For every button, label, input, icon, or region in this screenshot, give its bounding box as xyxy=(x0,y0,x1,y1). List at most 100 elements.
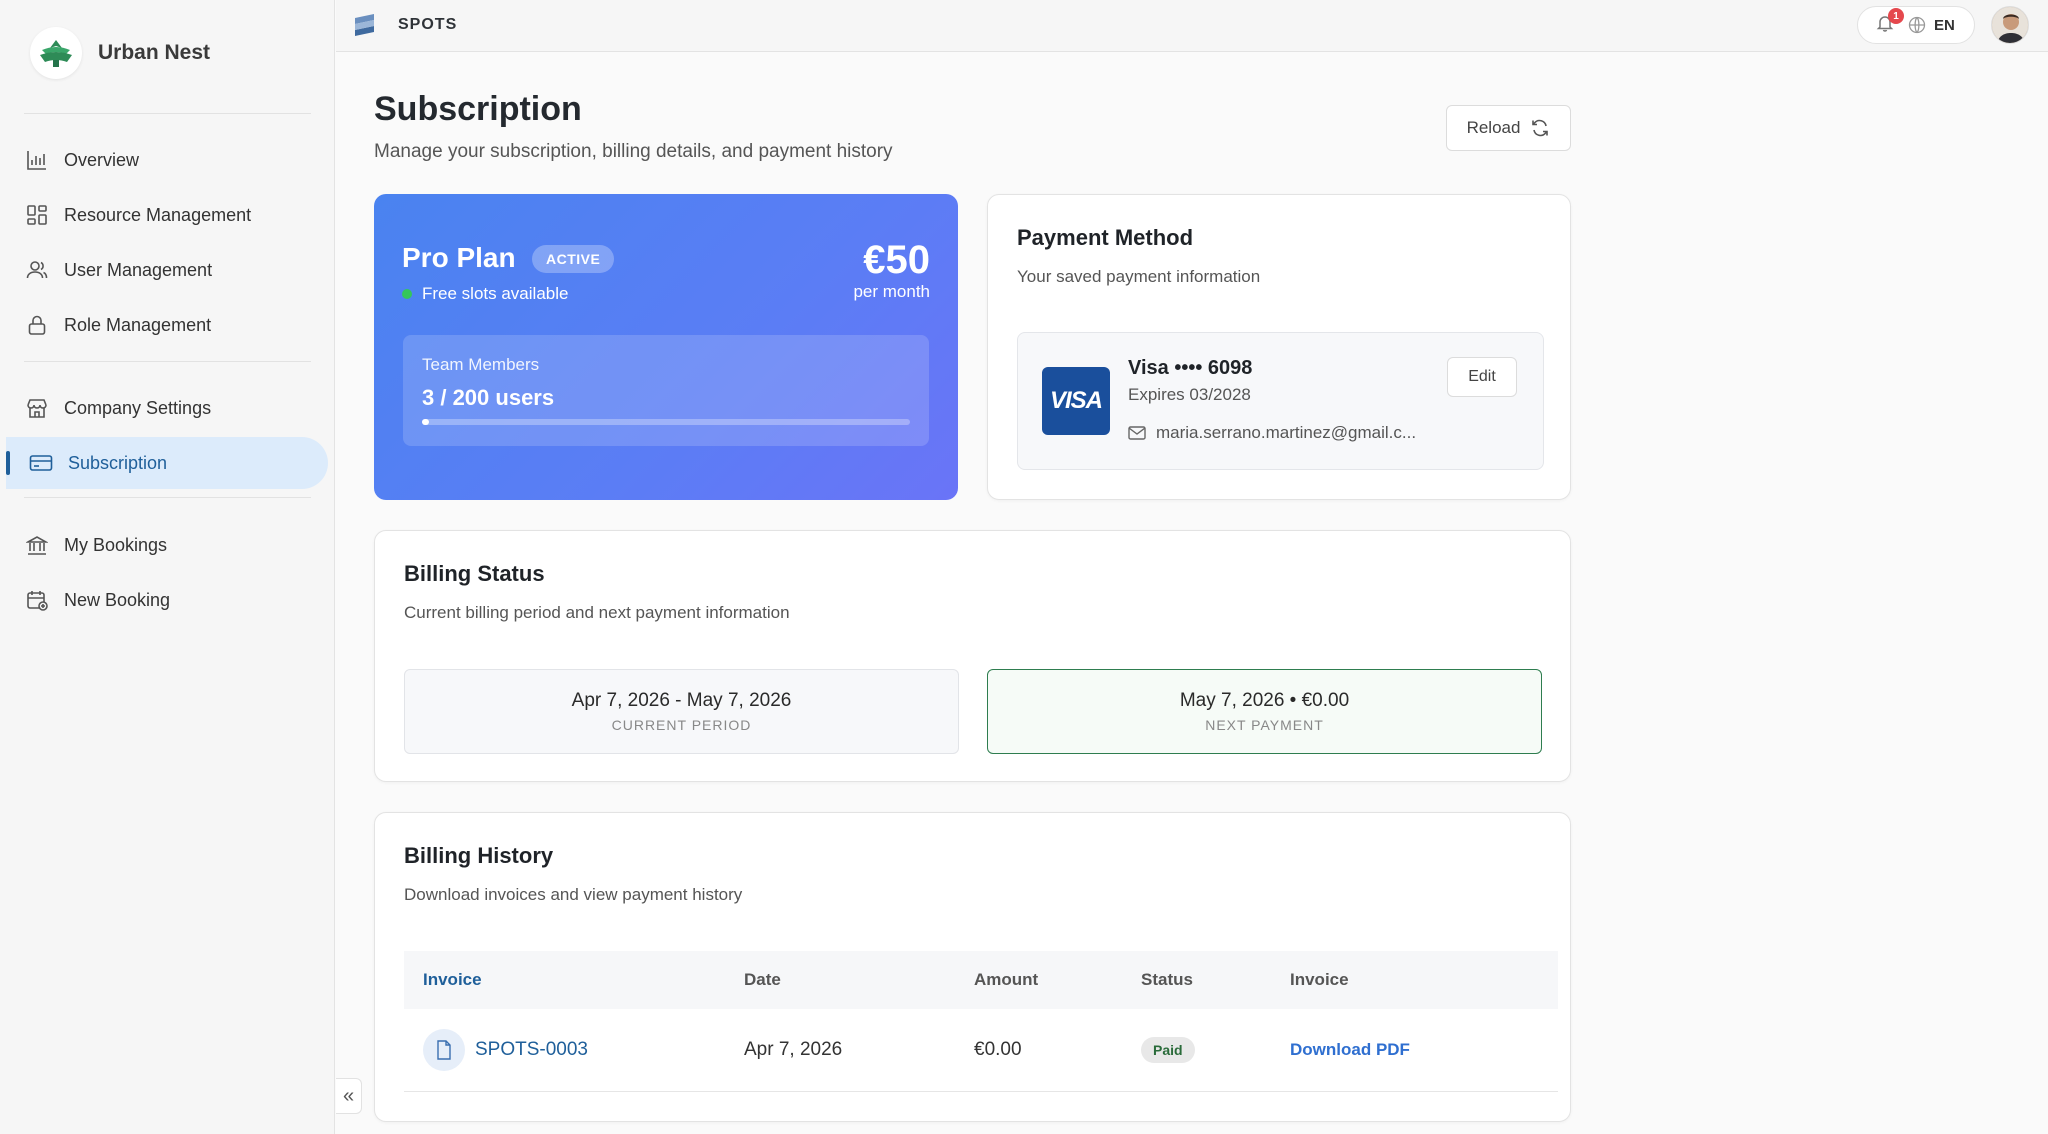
top-actions: 1 EN xyxy=(1857,6,1975,44)
status-dot-icon xyxy=(402,289,412,299)
column-header-status[interactable]: Status xyxy=(1141,970,1290,990)
sidebar-item-label: User Management xyxy=(64,259,213,280)
users-icon xyxy=(24,257,50,283)
brand[interactable]: Urban Nest xyxy=(30,27,211,79)
bank-icon xyxy=(24,532,50,558)
notification-count-badge: 1 xyxy=(1888,8,1904,24)
card-number: Visa •••• 6098 xyxy=(1128,357,1253,379)
team-members-label: Team Members xyxy=(422,355,540,374)
sidebar-divider xyxy=(24,113,311,114)
billing-status-title: Billing Status xyxy=(404,561,545,586)
app-title: SPOTS xyxy=(398,16,458,33)
column-header-amount[interactable]: Amount xyxy=(974,970,1141,990)
sidebar-item-label: Subscription xyxy=(68,452,168,473)
visa-logo-icon: VISA xyxy=(1042,367,1110,435)
sidebar-item-role-management[interactable]: Role Management xyxy=(6,299,328,351)
table-row: SPOTS-0003 Apr 7, 2026 €0.00 Paid Downlo… xyxy=(404,1009,1558,1092)
team-members-progress xyxy=(422,419,910,425)
payment-method-title: Payment Method xyxy=(1017,225,1194,250)
mail-icon xyxy=(1128,424,1146,442)
next-payment-caption: NEXT PAYMENT xyxy=(1205,717,1324,733)
sidebar-divider xyxy=(24,361,311,362)
team-members-progress-fill xyxy=(422,419,430,425)
plan-price: €50 xyxy=(863,238,930,282)
bar-chart-icon xyxy=(24,147,50,173)
plan-card: Pro Plan ACTIVE Free slots available €50… xyxy=(374,194,958,500)
grid-icon xyxy=(24,202,50,228)
calendar-plus-icon xyxy=(24,587,50,613)
sidebar-item-user-management[interactable]: User Management xyxy=(6,244,328,296)
spots-logo-icon xyxy=(352,12,378,38)
invoice-date: Apr 7, 2026 xyxy=(744,1039,843,1060)
team-members-value: 3 / 200 users xyxy=(422,385,555,410)
slots-status: Free slots available xyxy=(402,284,568,304)
billing-history-title: Billing History xyxy=(404,843,554,868)
team-members-box: Team Members 3 / 200 users xyxy=(403,335,929,446)
sidebar-item-resource-management[interactable]: Resource Management xyxy=(6,189,328,241)
next-payment-box: May 7, 2026 • €0.00 NEXT PAYMENT xyxy=(987,669,1542,754)
lock-icon xyxy=(24,312,50,338)
notifications-button[interactable]: 1 xyxy=(1874,8,1904,36)
sidebar-item-label: New Booking xyxy=(64,589,171,610)
sidebar-item-subscription[interactable]: Subscription xyxy=(6,437,328,489)
collapse-sidebar-button[interactable]: « xyxy=(336,1078,362,1114)
billing-status-card: Billing Status Current billing period an… xyxy=(374,530,1571,782)
sidebar-item-label: Company Settings xyxy=(64,397,212,418)
globe-icon[interactable] xyxy=(1908,15,1928,35)
next-payment-value: May 7, 2026 • €0.00 xyxy=(1179,690,1350,711)
sidebar: Urban Nest Overview Resource Management … xyxy=(0,0,335,1134)
sidebar-item-label: Resource Management xyxy=(64,204,252,225)
brand-logo-icon xyxy=(30,27,82,79)
language-selector[interactable]: EN xyxy=(1934,17,1955,34)
reload-button[interactable]: Reload xyxy=(1446,105,1571,151)
table-header: Invoice Date Amount Status Invoice xyxy=(404,951,1558,1009)
invoice-amount: €0.00 xyxy=(974,1039,1022,1060)
billing-history-card: Billing History Download invoices and vi… xyxy=(374,812,1571,1122)
billing-history-table: Invoice Date Amount Status Invoice SPOTS… xyxy=(404,951,1558,1092)
store-icon xyxy=(24,395,50,421)
invoice-download-cell: Download PDF xyxy=(1290,1039,1558,1061)
page-subtitle: Manage your subscription, billing detail… xyxy=(374,141,893,162)
column-header-invoice[interactable]: Invoice xyxy=(404,970,744,990)
invoice-number-link[interactable]: SPOTS-0003 xyxy=(475,1039,588,1061)
billing-email: maria.serrano.martinez@gmail.c... xyxy=(1128,423,1416,443)
sidebar-item-label: Overview xyxy=(64,149,140,170)
slots-text: Free slots available xyxy=(422,284,569,303)
sidebar-item-new-booking[interactable]: New Booking xyxy=(6,574,328,626)
sidebar-item-label: Role Management xyxy=(64,314,212,335)
top-bar: SPOTS 1 EN xyxy=(336,0,2048,52)
file-icon xyxy=(423,1029,465,1071)
card-expiry: Expires 03/2028 xyxy=(1128,385,1251,404)
chevrons-left-icon: « xyxy=(342,1084,355,1107)
sidebar-item-my-bookings[interactable]: My Bookings xyxy=(6,519,328,571)
refresh-icon xyxy=(1530,118,1550,138)
edit-payment-button[interactable]: Edit xyxy=(1447,357,1517,397)
invoice-status: Paid xyxy=(1141,1037,1290,1063)
brand-name: Urban Nest xyxy=(98,41,211,64)
column-header-date[interactable]: Date xyxy=(744,970,974,990)
sidebar-item-company-settings[interactable]: Company Settings xyxy=(6,382,328,434)
current-period-value: Apr 7, 2026 - May 7, 2026 xyxy=(571,690,792,711)
payment-method-subtitle: Your saved payment information xyxy=(1017,267,1261,286)
saved-card: VISA Visa •••• 6098 Expires 03/2028 mari… xyxy=(1017,332,1544,470)
billing-status-subtitle: Current billing period and next payment … xyxy=(404,603,790,622)
column-header-invoice-download: Invoice xyxy=(1290,970,1349,989)
plan-name: Pro Plan xyxy=(402,242,516,273)
credit-card-icon xyxy=(28,450,54,476)
status-badge: Paid xyxy=(1141,1037,1195,1063)
billing-email-text: maria.serrano.martinez@gmail.c... xyxy=(1156,423,1417,442)
avatar[interactable] xyxy=(1991,6,2029,44)
plan-status-badge: ACTIVE xyxy=(532,245,615,273)
payment-method-card: Payment Method Your saved payment inform… xyxy=(987,194,1571,500)
plan-period: per month xyxy=(853,282,930,301)
sidebar-divider xyxy=(24,497,311,498)
billing-history-subtitle: Download invoices and view payment histo… xyxy=(404,885,743,904)
page-title: Subscription xyxy=(374,90,582,128)
sidebar-item-overview[interactable]: Overview xyxy=(6,134,328,186)
reload-label: Reload xyxy=(1466,118,1521,137)
download-pdf-link[interactable]: Download PDF xyxy=(1290,1040,1410,1059)
invoice-cell: SPOTS-0003 xyxy=(404,1029,744,1071)
sidebar-item-label: My Bookings xyxy=(64,534,168,555)
current-period-box: Apr 7, 2026 - May 7, 2026 CURRENT PERIOD xyxy=(404,669,959,754)
current-period-caption: CURRENT PERIOD xyxy=(611,717,752,733)
